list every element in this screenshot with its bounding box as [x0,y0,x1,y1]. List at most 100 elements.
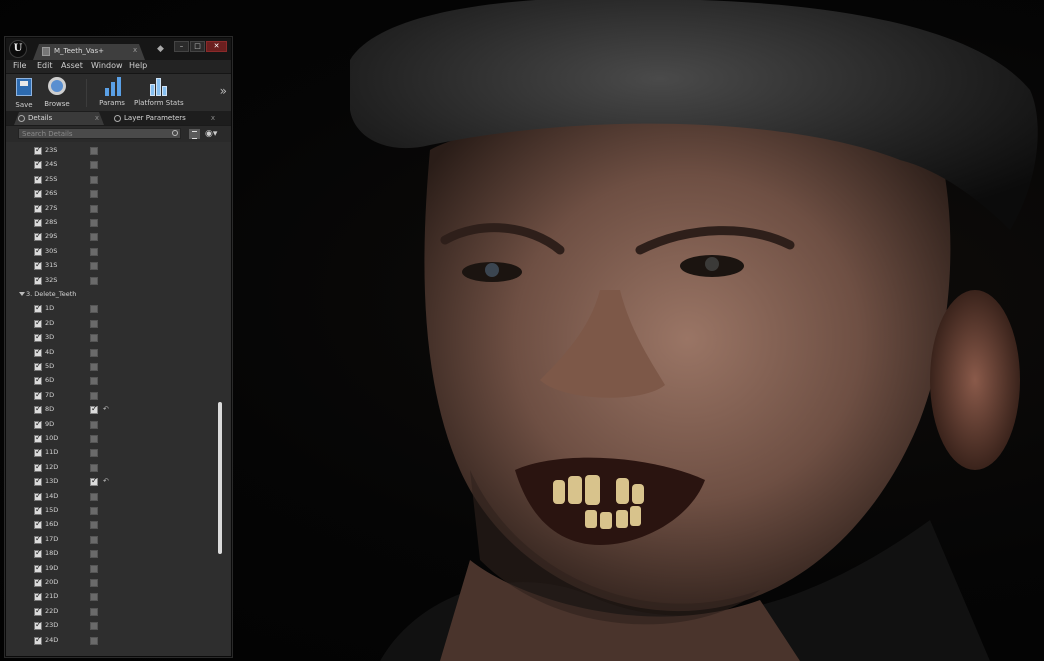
override-checkbox[interactable] [34,433,42,443]
parameter-value-checkbox[interactable] [90,233,98,242]
override-checkbox[interactable] [34,332,42,343]
parameter-value-checkbox[interactable] [90,579,98,587]
parameter-value-checkbox[interactable] [90,262,98,271]
visibility-eye-icon[interactable]: ◉▾ [205,128,217,140]
override-checkbox[interactable] [34,591,42,602]
parameter-value-checkbox[interactable] [90,449,98,458]
parameter-value-checkbox[interactable] [90,404,98,415]
override-checkbox[interactable] [34,246,42,256]
override-checkbox[interactable] [34,203,42,213]
parameter-value-checkbox[interactable] [90,175,98,184]
override-checkbox[interactable] [34,318,42,328]
override-checkbox[interactable] [34,231,42,242]
override-checkbox[interactable] [34,361,42,371]
override-checkbox[interactable] [34,159,42,170]
override-checkbox[interactable] [34,419,42,429]
override-checkbox[interactable] [34,404,42,415]
search-details-input[interactable]: Search Details [18,128,181,139]
parameter-value-checkbox[interactable] [90,391,98,400]
override-checkbox[interactable] [34,447,42,458]
parameter-value-checkbox[interactable] [90,420,98,429]
override-checkbox[interactable] [34,563,42,573]
parameter-value-checkbox[interactable] [90,492,98,501]
parameter-value-checkbox[interactable] [90,319,98,328]
reset-to-default-icon[interactable]: ↶ [103,477,109,485]
override-checkbox[interactable] [34,505,42,515]
parameter-value-checkbox[interactable] [90,593,98,602]
toolbar-overflow-chevron-icon[interactable]: » [220,84,227,98]
material-instance-editor-window[interactable]: U M_Teeth_Vas+ x ◆ – □ ✕ File Edit Asset… [5,37,232,657]
override-checkbox[interactable] [34,188,42,199]
cube-icon[interactable]: ◆ [157,44,167,54]
override-checkbox[interactable] [34,145,42,155]
parameter-value-checkbox[interactable] [90,463,98,472]
override-checkbox[interactable] [34,303,42,314]
parameter-value-checkbox[interactable] [90,190,98,199]
tab-layer-parameters[interactable]: Layer Parameters x [110,112,220,125]
parameter-value-checkbox[interactable] [90,476,98,487]
parameter-value-checkbox[interactable] [90,622,98,631]
parameter-value-checkbox[interactable] [90,363,98,371]
override-checkbox[interactable] [34,548,42,559]
override-checkbox[interactable] [34,606,42,616]
override-checkbox[interactable] [34,375,42,386]
override-checkbox[interactable] [34,577,42,587]
parameter-value-checkbox[interactable] [90,204,98,213]
tab-layer-parameters-close-icon[interactable]: x [211,112,215,125]
reset-to-default-icon[interactable]: ↶ [103,405,109,413]
parameter-value-checkbox[interactable] [90,161,98,170]
parameter-value-checkbox[interactable] [90,564,98,573]
details-property-list[interactable]: 23S 24S 25S 26S 27S 28S 29S 30S 31S 32S 3. Delete_… [6,142,231,656]
menu-file[interactable]: File [13,61,26,70]
document-tab[interactable]: M_Teeth_Vas+ x [33,44,145,60]
category-delete-teeth[interactable]: 3. Delete_Teeth [6,288,218,302]
override-checkbox[interactable] [34,462,42,472]
menu-help[interactable]: Help [129,61,147,70]
parameter-value-checkbox[interactable] [90,219,98,227]
parameter-value-checkbox[interactable] [90,334,98,343]
expand-arrow-icon[interactable] [19,292,25,296]
parameter-value-checkbox[interactable] [90,247,98,256]
parameter-value-checkbox[interactable] [90,636,98,645]
parameter-value-checkbox[interactable] [90,521,98,530]
override-checkbox[interactable] [34,390,42,400]
parameter-value-checkbox[interactable] [90,377,98,386]
override-checkbox[interactable] [34,534,42,544]
tab-details-close-icon[interactable]: x [95,112,99,125]
close-window-button[interactable]: ✕ [206,41,227,52]
override-checkbox[interactable] [34,519,42,530]
override-checkbox[interactable] [34,635,42,645]
override-checkbox[interactable] [34,260,42,271]
override-checkbox[interactable] [34,174,42,184]
title-bar[interactable]: U M_Teeth_Vas+ x ◆ – □ ✕ [6,38,231,60]
scrollbar-thumb[interactable] [218,402,222,554]
override-checkbox[interactable] [34,275,42,285]
params-button[interactable]: Params [98,76,126,107]
parameter-value-checkbox[interactable] [90,507,98,515]
parameter-value-checkbox[interactable] [90,535,98,544]
override-checkbox[interactable] [34,476,42,487]
parameter-value-checkbox[interactable] [90,435,98,443]
platform-stats-button[interactable]: Platform Stats [134,76,184,107]
override-checkbox[interactable] [34,217,42,227]
parameter-value-checkbox[interactable] [90,607,98,616]
property-matrix-button[interactable] [188,128,201,140]
browse-button[interactable]: Browse [42,76,72,108]
tab-details[interactable]: Details x [14,112,104,125]
details-scrollbar[interactable] [216,142,224,656]
override-checkbox[interactable] [34,491,42,501]
parameter-value-checkbox[interactable] [90,305,98,314]
override-checkbox[interactable] [34,620,42,631]
save-button[interactable]: Save [12,76,36,109]
override-checkbox[interactable] [34,347,42,357]
parameter-value-checkbox[interactable] [90,550,98,559]
parameter-value-checkbox[interactable] [90,276,98,285]
menu-edit[interactable]: Edit [37,61,53,70]
tab-close-icon[interactable]: x [133,46,137,54]
menu-window[interactable]: Window [91,61,123,70]
maximize-button[interactable]: □ [190,41,205,52]
minimize-button[interactable]: – [174,41,189,52]
parameter-value-checkbox[interactable] [90,147,98,155]
parameter-value-checkbox[interactable] [90,348,98,357]
menu-asset[interactable]: Asset [61,61,83,70]
